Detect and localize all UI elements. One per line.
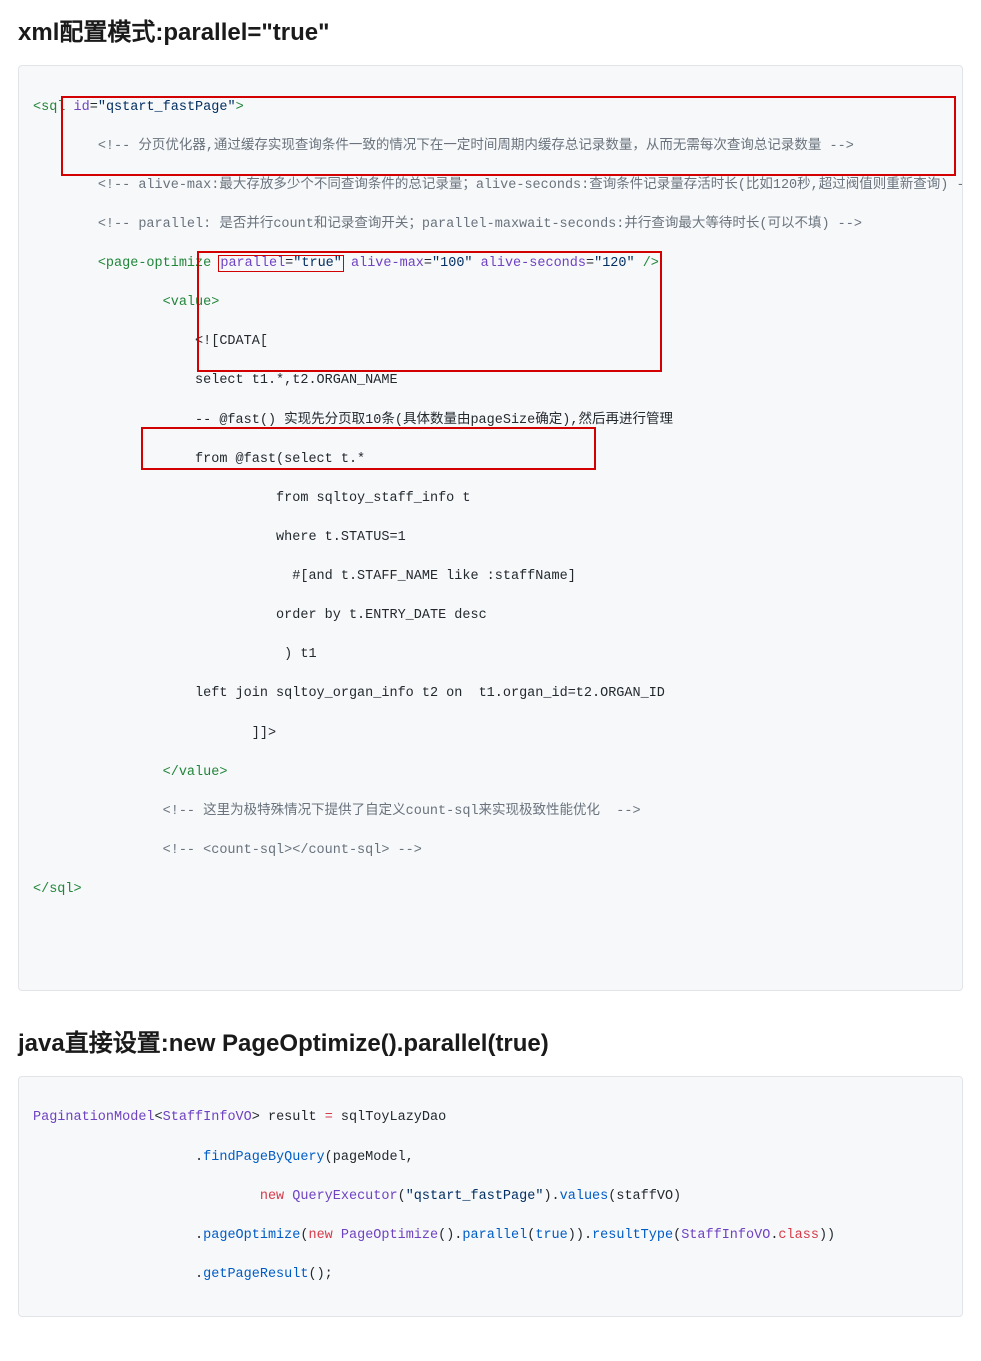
xml-comment-5: <!-- <count-sql></count-sql> --> <box>163 843 422 858</box>
highlight-parallel-attr: parallel="true" <box>218 255 344 272</box>
xml-comment-2: <!-- alive-max:最大存放多少个不同查询条件的总记录量；alive-… <box>98 178 963 193</box>
xml-comment-4: <!-- 这里为极特殊情况下提供了自定义count-sql来实现极致性能优化 -… <box>163 804 641 819</box>
xml-comment-1: <!-- 分页优化器,通过缓存实现查询条件一致的情况下在一定时间周期内缓存总记录… <box>98 139 854 154</box>
java-code-block: PaginationModel<StaffInfoVO> result = sq… <box>18 1076 963 1317</box>
heading-xml-config: xml配置模式:parallel="true" <box>18 12 963 47</box>
heading-java-direct: java直接设置:new PageOptimize().parallel(tru… <box>18 1023 963 1058</box>
xml-code-block: <sql id="qstart_fastPage"> <!-- 分页优化器,通过… <box>18 65 963 991</box>
xml-comment-3: <!-- parallel: 是否并行count和记录查询开关；parallel… <box>98 217 862 232</box>
